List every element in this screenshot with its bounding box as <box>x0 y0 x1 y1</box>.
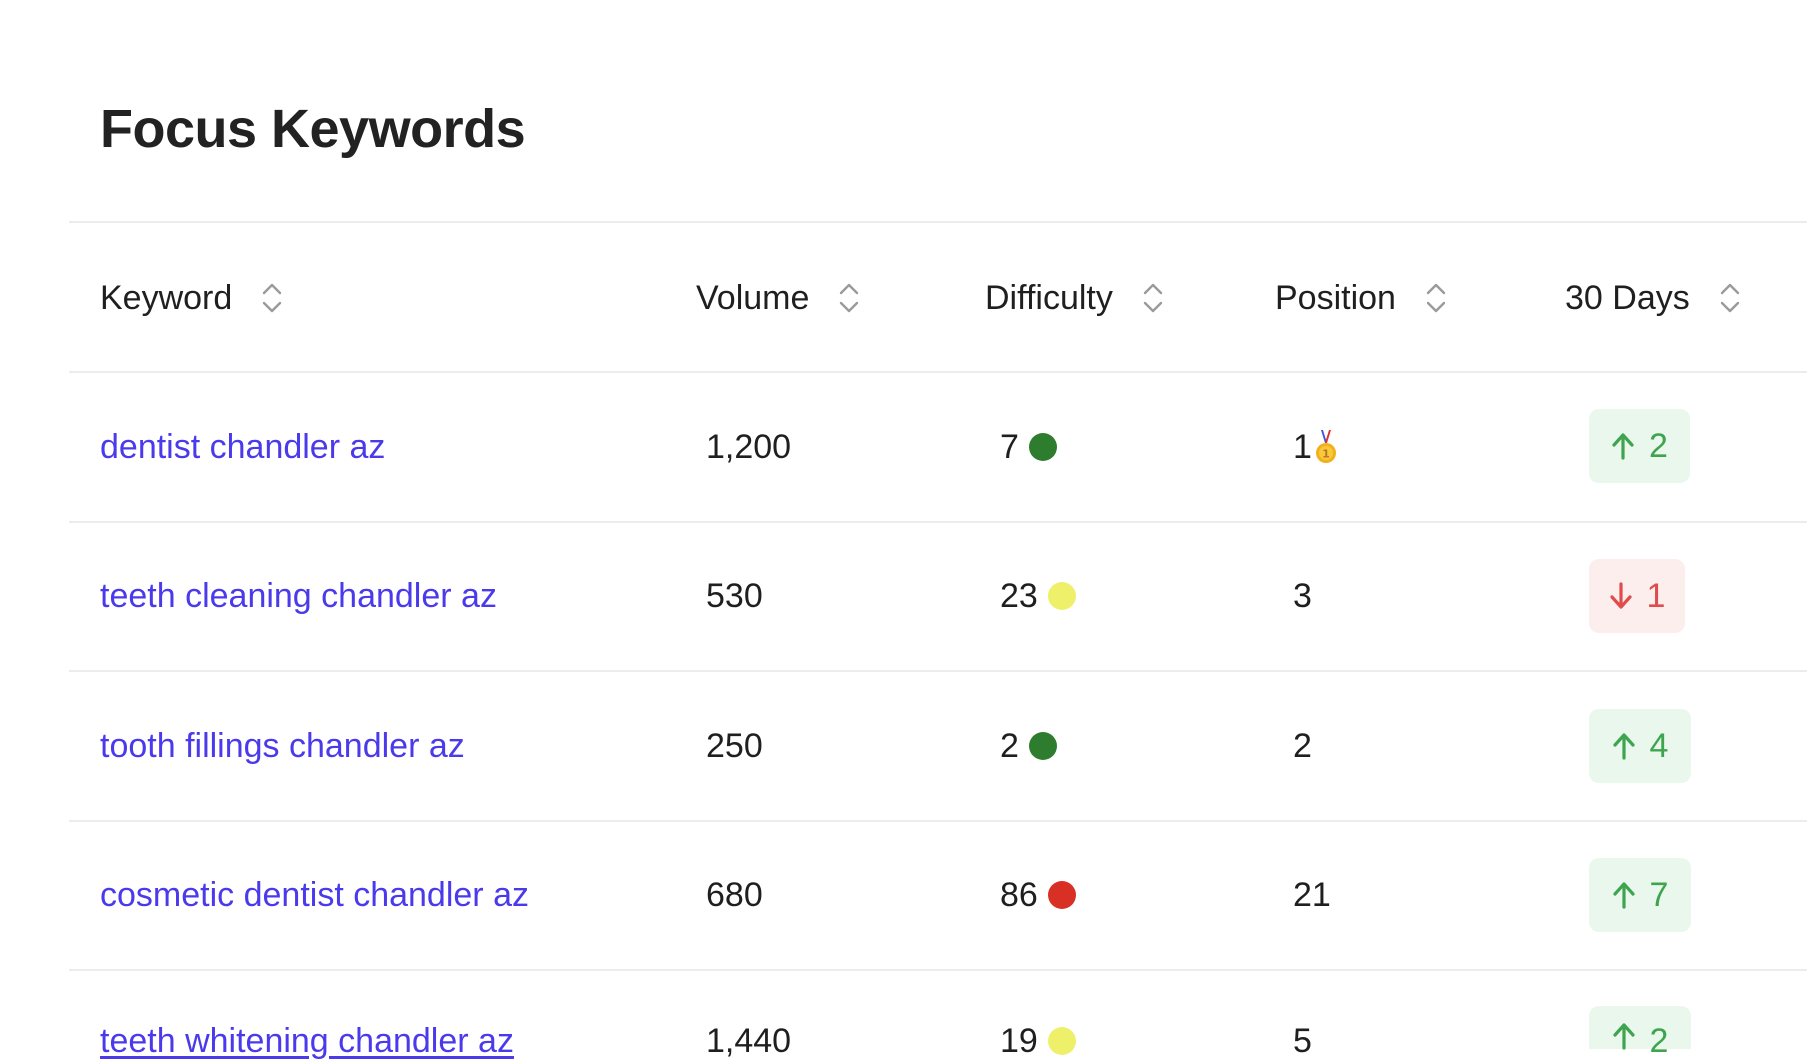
volume-value: 1,440 <box>706 1021 792 1060</box>
header-bottom-divider <box>69 371 1807 373</box>
keyword-link[interactable]: dentist chandler az <box>100 425 385 469</box>
position-value: 5 <box>1293 1021 1312 1060</box>
difficulty-indicator-dot <box>1047 1027 1076 1055</box>
keyword-link[interactable]: cosmetic dentist chandler az <box>100 873 529 917</box>
sort-icon <box>1143 283 1163 313</box>
column-label: Volume <box>696 278 810 317</box>
sort-icon <box>840 283 859 313</box>
difficulty-value: 23 <box>1000 576 1038 615</box>
difficulty-value: 2 <box>1000 726 1019 765</box>
column-header-keyword[interactable]: Keyword <box>100 278 284 318</box>
change-badge-up: 2 <box>1589 409 1690 483</box>
keyword-link[interactable]: tooth fillings chandler az <box>100 724 465 768</box>
change-badge-up: 2 <box>1589 1006 1691 1060</box>
position-cell: 3 <box>1293 574 1312 618</box>
difficulty-cell: 23 <box>1000 574 1076 618</box>
difficulty-value: 86 <box>1000 875 1038 914</box>
position-value: 21 <box>1293 875 1331 914</box>
difficulty-cell: 7 <box>1000 425 1057 469</box>
gold-medal-icon: 1 <box>1315 430 1336 463</box>
position-value: 2 <box>1293 726 1312 765</box>
column-label: Position <box>1275 278 1396 317</box>
column-header-position[interactable]: Position <box>1275 278 1448 318</box>
header-top-divider <box>69 221 1807 223</box>
keyword-link[interactable]: teeth whitening chandler az <box>100 1019 514 1063</box>
arrow-up-icon <box>1612 882 1635 909</box>
column-label: 30 Days <box>1565 278 1690 317</box>
difficulty-cell: 19 <box>1000 1019 1076 1063</box>
volume-value: 680 <box>706 875 763 914</box>
row-divider <box>69 521 1807 523</box>
change-value: 4 <box>1649 726 1669 765</box>
change-value: 7 <box>1649 875 1669 914</box>
arrow-up-icon <box>1612 733 1635 760</box>
sort-icon <box>1720 283 1739 313</box>
difficulty-cell: 2 <box>1000 724 1057 768</box>
volume-value: 530 <box>706 576 763 615</box>
change-value: 2 <box>1649 1022 1669 1060</box>
position-cell: 1 1 <box>1293 425 1338 469</box>
keyword-link[interactable]: teeth cleaning chandler az <box>100 574 497 618</box>
svg-text:1: 1 <box>1322 448 1330 461</box>
arrow-down-icon <box>1609 582 1632 609</box>
position-cell: 2 <box>1293 724 1312 768</box>
volume-value: 1,200 <box>706 427 792 466</box>
column-header-difficulty[interactable]: Difficulty <box>985 278 1165 318</box>
row-divider <box>69 670 1807 672</box>
change-badge-up: 7 <box>1589 858 1691 932</box>
position-cell: 21 <box>1293 873 1331 917</box>
position-value: 1 <box>1293 427 1312 466</box>
change-badge-up: 4 <box>1589 709 1691 783</box>
sort-icon <box>1426 283 1446 313</box>
column-label: Keyword <box>100 278 233 317</box>
position-value: 3 <box>1293 576 1312 615</box>
difficulty-indicator-dot <box>1028 732 1057 760</box>
sort-icon <box>263 283 282 313</box>
change-value: 2 <box>1649 426 1668 465</box>
volume-value: 250 <box>706 726 763 765</box>
page-title: Focus Keywords <box>100 99 526 159</box>
focus-keywords-panel: Focus Keywords Keyword Volume Difficulty… <box>0 0 1807 1060</box>
column-header-30-days[interactable]: 30 Days <box>1565 278 1742 318</box>
arrow-up-icon <box>1612 433 1634 460</box>
difficulty-value: 19 <box>1000 1021 1038 1060</box>
row-divider <box>69 969 1807 971</box>
difficulty-indicator-dot <box>1047 881 1076 909</box>
change-value: 1 <box>1646 576 1666 615</box>
arrow-up-icon <box>1612 1023 1635 1050</box>
row-divider <box>69 820 1807 822</box>
difficulty-indicator-dot <box>1028 433 1057 461</box>
difficulty-value: 7 <box>1000 427 1019 466</box>
difficulty-indicator-dot <box>1047 582 1076 610</box>
column-label: Difficulty <box>985 278 1113 317</box>
column-header-volume[interactable]: Volume <box>696 278 861 318</box>
difficulty-cell: 86 <box>1000 873 1076 917</box>
change-badge-down: 1 <box>1589 559 1685 633</box>
position-cell: 5 <box>1293 1019 1312 1063</box>
